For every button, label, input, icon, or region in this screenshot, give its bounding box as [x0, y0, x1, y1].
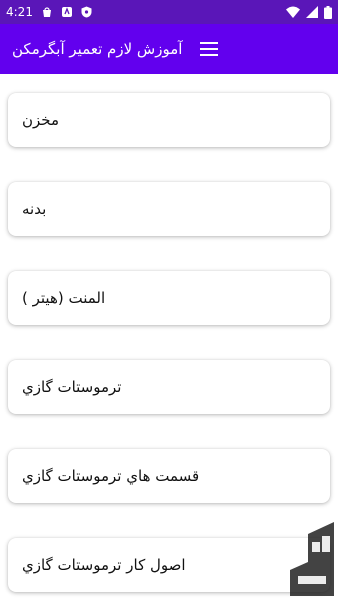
list-item[interactable]: المنت (هيتر ) — [8, 271, 330, 325]
store-logo-badge — [290, 522, 334, 596]
list-item-label: قسمت هاي ترموستات گازي — [22, 467, 200, 485]
hamburger-menu-icon[interactable] — [200, 42, 219, 56]
app-notification-icon — [61, 6, 73, 18]
list-item-label: ترموستات گازي — [22, 378, 122, 396]
status-bar: 4:21 — [0, 0, 338, 24]
list-item[interactable]: قسمت هاي ترموستات گازي — [8, 449, 330, 503]
app-bar: آموزش لازم تعمیر آبگرمکن — [0, 24, 338, 74]
list-item[interactable]: اصول کار ترموستات گازي — [8, 538, 330, 592]
wifi-icon — [286, 6, 300, 18]
list-item-label: اصول کار ترموستات گازي — [22, 556, 186, 574]
signal-icon — [306, 6, 318, 18]
battery-icon — [324, 5, 332, 19]
list-item[interactable]: ترموستات گازي — [8, 360, 330, 414]
shield-icon — [81, 6, 92, 18]
topic-list: مخزن بدنه المنت (هيتر ) ترموستات گازي قس… — [0, 74, 338, 600]
list-item-label: بدنه — [22, 200, 47, 218]
list-item-label: مخزن — [22, 111, 60, 129]
list-item[interactable]: مخزن — [8, 93, 330, 147]
app-title: آموزش لازم تعمیر آبگرمکن — [12, 40, 183, 58]
list-item[interactable]: بدنه — [8, 182, 330, 236]
status-time: 4:21 — [6, 5, 33, 19]
list-item-label: المنت (هيتر ) — [22, 289, 106, 307]
notification-bag-icon — [41, 6, 53, 18]
